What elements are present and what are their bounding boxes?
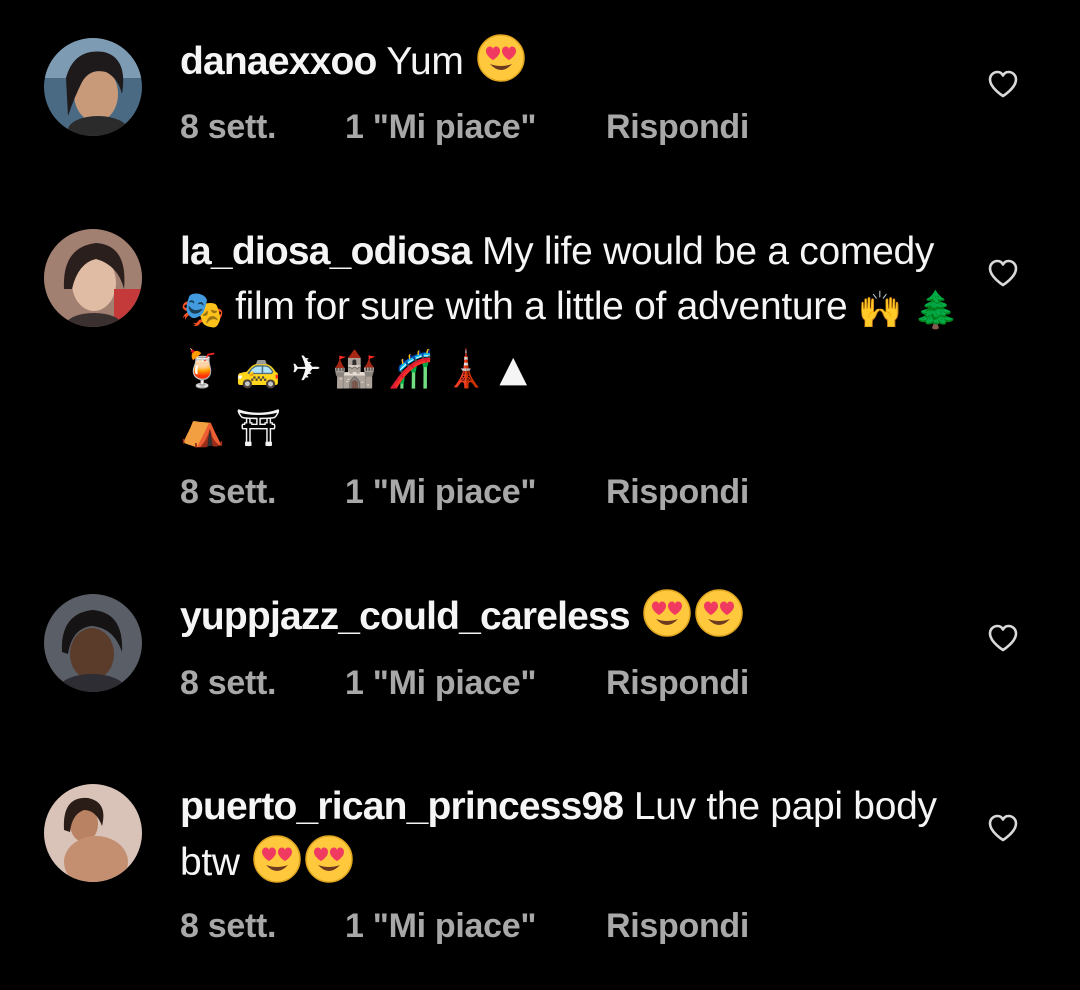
comment-time: 8 sett.	[180, 907, 277, 945]
heart-eyes-emoji-icon	[252, 834, 302, 884]
like-heart-icon[interactable]	[986, 256, 1020, 290]
heart-eyes-emoji-icon	[304, 834, 354, 884]
comment-text: film for sure with a little of adventure	[224, 285, 858, 328]
heart-eyes-emoji-icon	[476, 33, 526, 83]
avatar[interactable]	[44, 38, 142, 136]
avatar[interactable]	[44, 594, 142, 692]
like-heart-icon[interactable]	[986, 621, 1020, 655]
comment-time: 8 sett.	[180, 664, 277, 702]
reply-button[interactable]: Rispondi	[606, 473, 749, 512]
comment-username[interactable]: danaexxoo	[180, 40, 377, 83]
reply-button[interactable]: Rispondi	[606, 108, 749, 147]
comment-time: 8 sett.	[180, 473, 277, 511]
comment-likes[interactable]: 1 "Mi piace"	[345, 907, 536, 946]
like-heart-icon[interactable]	[986, 67, 1020, 101]
comment-body: yuppjazz_could_careless	[180, 588, 960, 644]
comment-text: My life would be a comedy	[482, 230, 935, 273]
comment-likes[interactable]: 1 "Mi piace"	[345, 108, 536, 147]
comment-body: puerto_rican_princess98 Luv the papi bod…	[180, 779, 960, 890]
comment-username[interactable]: la_diosa_odiosa	[180, 230, 472, 273]
comment-body: danaexxoo Yum	[180, 33, 960, 89]
reply-button[interactable]: Rispondi	[606, 664, 749, 703]
comment-text: Yum	[386, 40, 464, 83]
avatar[interactable]	[44, 784, 142, 882]
heart-eyes-emoji-icon	[642, 588, 692, 638]
comment-username[interactable]: yuppjazz_could_careless	[180, 595, 631, 638]
comment-time: 8 sett.	[180, 108, 277, 146]
comment-likes[interactable]: 1 "Mi piace"	[345, 664, 536, 703]
heart-eyes-emoji-icon	[694, 588, 744, 638]
avatar[interactable]	[44, 229, 142, 327]
reply-button[interactable]: Rispondi	[606, 907, 749, 946]
performing-arts-emoji-icon: 🎭	[180, 290, 225, 331]
comment-body: la_diosa_odiosa My life would be a comed…	[180, 224, 960, 456]
comment-username[interactable]: puerto_rican_princess98	[180, 785, 624, 828]
emoji-sequence: ⛺ ⛩	[180, 408, 282, 449]
comment-likes[interactable]: 1 "Mi piace"	[345, 473, 536, 512]
like-heart-icon[interactable]	[986, 811, 1020, 845]
